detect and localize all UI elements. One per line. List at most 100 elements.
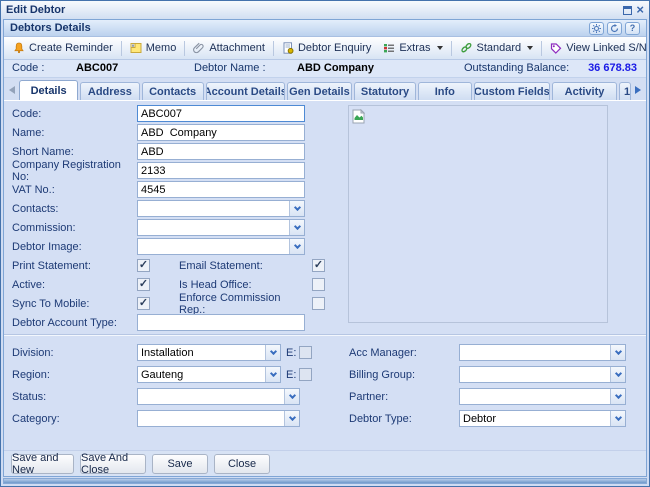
division-combo[interactable] — [137, 344, 281, 361]
standard-button[interactable]: Standard — [454, 40, 540, 56]
maximize-icon[interactable] — [623, 6, 632, 15]
outstanding-balance-value: 36 678.83 — [588, 62, 637, 74]
tab-statutory[interactable]: Statutory — [354, 82, 416, 100]
print-statement-checkbox[interactable] — [137, 259, 150, 272]
commission-combo-button[interactable] — [289, 220, 304, 235]
create-reminder-label: Create Reminder — [29, 42, 113, 54]
toolbar-separator — [451, 41, 452, 56]
code-value: ABC007 — [76, 62, 118, 74]
tab-custom-fields[interactable]: Custom Fields — [474, 82, 550, 100]
region-combo-button[interactable] — [265, 367, 280, 382]
partner-combo-input[interactable] — [460, 389, 610, 404]
save-and-new-button[interactable]: Save and New — [11, 454, 74, 474]
outstanding-balance-label: Outstanding Balance: — [464, 62, 569, 74]
tab-scroll-left-button[interactable] — [5, 81, 19, 99]
tab-activity[interactable]: Activity — [552, 82, 617, 100]
tab-address[interactable]: Address — [80, 82, 139, 100]
code-input[interactable] — [137, 105, 305, 122]
right-arrow-icon — [635, 86, 641, 94]
tab-details[interactable]: Details — [19, 80, 78, 100]
create-reminder-button[interactable]: Create Reminder — [7, 40, 119, 56]
region-combo-input[interactable] — [138, 367, 265, 382]
status-combo[interactable] — [137, 388, 300, 405]
contacts-field-label: Contacts: — [12, 203, 137, 215]
debtor-image-field-label: Debtor Image: — [12, 241, 137, 253]
tab-account-details[interactable]: Account Details — [206, 82, 285, 100]
toolbar-separator — [121, 41, 122, 56]
sync-to-mobile-checkbox[interactable] — [137, 297, 150, 310]
billing-group-combo[interactable] — [459, 366, 626, 383]
debtor-image-combo[interactable] — [137, 238, 305, 255]
category-combo-input[interactable] — [138, 411, 284, 426]
is-head-office-checkbox[interactable] — [312, 278, 325, 291]
region-combo[interactable] — [137, 366, 281, 383]
acc-manager-combo-input[interactable] — [460, 345, 610, 360]
email-statement-checkbox[interactable] — [312, 259, 325, 272]
division-e-checkbox[interactable] — [299, 346, 312, 359]
help-button[interactable]: ? — [625, 22, 640, 35]
tab-contacts[interactable]: Contacts — [142, 82, 204, 100]
debtor-image-combo-input[interactable] — [138, 239, 289, 254]
division-combo-button[interactable] — [265, 345, 280, 360]
left-arrow-icon — [9, 86, 15, 94]
billing-group-combo-input[interactable] — [460, 367, 610, 382]
acc-manager-combo-button[interactable] — [610, 345, 625, 360]
company-reg-input[interactable] — [137, 162, 305, 179]
debtor-type-combo-button[interactable] — [610, 411, 625, 426]
tab-info[interactable]: Info — [418, 82, 472, 100]
title-bar: Edit Debtor × — [1, 1, 649, 19]
debtor-enquiry-button[interactable]: Debtor Enquiry — [276, 40, 377, 56]
view-linked-sn-button[interactable]: View Linked S/N — [544, 40, 650, 56]
lower-form-right-column: Acc Manager: Billing Group: — [341, 344, 646, 450]
refresh-button[interactable] — [607, 22, 622, 35]
tab-gen-details[interactable]: Gen Details — [287, 82, 352, 100]
partner-combo[interactable] — [459, 388, 626, 405]
window-bottom-strip — [3, 478, 647, 484]
debtor-image-combo-button[interactable] — [289, 239, 304, 254]
partner-combo-button[interactable] — [610, 389, 625, 404]
contacts-combo-button[interactable] — [289, 201, 304, 216]
division-field-label: Division: — [12, 347, 137, 359]
status-combo-input[interactable] — [138, 389, 284, 404]
category-combo[interactable] — [137, 410, 300, 427]
details-tab-content: Code: Name: Short Name: Company Registra… — [4, 100, 646, 450]
toolbar-separator — [541, 41, 542, 56]
help-icon: ? — [630, 23, 636, 33]
email-statement-label: Email Statement: — [179, 260, 298, 272]
contacts-combo[interactable] — [137, 200, 305, 217]
close-footer-button[interactable]: Close — [214, 454, 270, 474]
commission-combo[interactable] — [137, 219, 305, 236]
enforce-commission-checkbox[interactable] — [312, 297, 325, 310]
name-input[interactable] — [137, 124, 305, 141]
billing-group-combo-button[interactable] — [610, 367, 625, 382]
active-checkbox[interactable] — [137, 278, 150, 291]
window-close-icon[interactable]: × — [636, 5, 644, 15]
commission-combo-input[interactable] — [138, 220, 289, 235]
vat-field-label: VAT No.: — [12, 184, 137, 196]
contacts-combo-input[interactable] — [138, 201, 289, 216]
partner-field-label: Partner: — [349, 391, 459, 403]
category-combo-button[interactable] — [284, 411, 299, 426]
extras-button[interactable]: Extras — [377, 40, 448, 56]
tab-scroll-right-button[interactable] — [631, 81, 645, 99]
memo-label: Memo — [146, 42, 177, 54]
debtor-name-value: ABD Company — [297, 62, 374, 74]
acc-manager-combo[interactable] — [459, 344, 626, 361]
debtor-type-field-label: Debtor Type: — [349, 413, 459, 425]
attachment-button[interactable]: Attachment — [187, 40, 271, 56]
debtor-account-type-input[interactable] — [137, 314, 305, 331]
save-and-close-button[interactable]: Save And Close — [80, 454, 146, 474]
vat-input[interactable] — [137, 181, 305, 198]
debtor-type-combo[interactable] — [459, 410, 626, 427]
tab-partial[interactable]: 1 — [619, 82, 631, 100]
short-name-input[interactable] — [137, 143, 305, 160]
memo-button[interactable]: Memo — [124, 40, 183, 56]
region-e-checkbox[interactable] — [299, 368, 312, 381]
name-field-label: Name: — [12, 127, 137, 139]
toolbar-separator — [184, 41, 185, 56]
save-button[interactable]: Save — [152, 454, 208, 474]
status-combo-button[interactable] — [284, 389, 299, 404]
division-combo-input[interactable] — [138, 345, 265, 360]
settings-button[interactable] — [589, 22, 604, 35]
debtor-type-combo-input[interactable] — [460, 411, 610, 426]
